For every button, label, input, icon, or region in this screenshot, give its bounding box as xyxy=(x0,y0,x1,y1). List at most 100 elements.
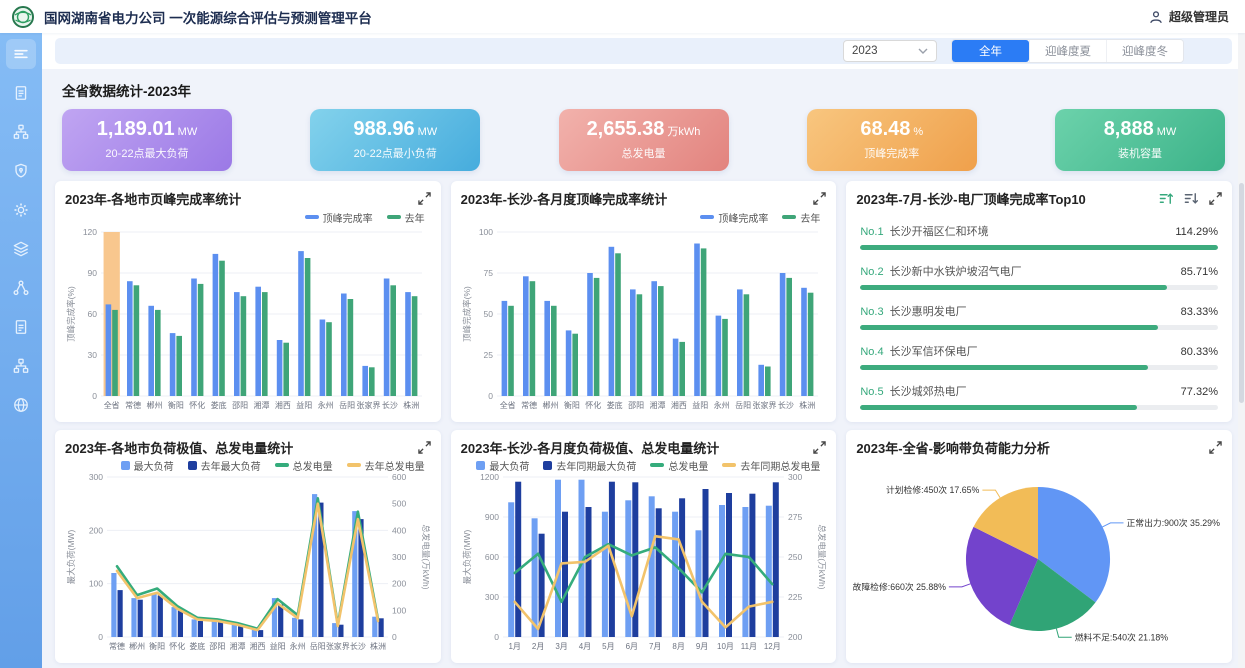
tab-full-year[interactable]: 全年 xyxy=(952,40,1029,62)
bar xyxy=(726,493,732,637)
sidebar-item-structure[interactable] xyxy=(6,351,36,381)
legend-item[interactable]: 总发电量 xyxy=(275,460,333,470)
page-scrollbar[interactable] xyxy=(1238,33,1245,668)
sidebar-item-settings[interactable] xyxy=(6,195,36,225)
legend-item[interactable]: 顶峰完成率 xyxy=(700,211,768,223)
main-content: 2023 全年 迎峰度夏 迎峰度冬 全省数据统计-2023年 1,189.01M… xyxy=(42,33,1245,668)
sidebar-item-security[interactable] xyxy=(6,156,36,186)
svg-text:9月: 9月 xyxy=(695,642,707,651)
plant-name: 长沙城郊热电厂 xyxy=(890,383,1181,399)
chart-canvas: 030060090012002002252502753001月2月3月4月5月6… xyxy=(461,471,826,653)
svg-text:8月: 8月 xyxy=(672,642,684,651)
app-title: 国网湖南省电力公司 一次能源综合评估与预测管理平台 xyxy=(44,7,372,27)
svg-text:3月: 3月 xyxy=(555,642,567,651)
ranking-row: No.4长沙军信环保电厂80.33% xyxy=(860,343,1218,370)
chart1-canvas[interactable]: 0306090120全省常德郴州衡阳怀化娄底邵阳湘潭湘西益阳永州岳阳张家界长沙株… xyxy=(65,224,431,417)
expand-icon[interactable] xyxy=(813,192,826,205)
progress-track xyxy=(860,405,1218,410)
kpi-row: 1,189.01MW 20-22点最大负荷 988.96MW 20-22点最小负… xyxy=(55,109,1232,171)
legend-item[interactable]: 去年总发电量 xyxy=(347,460,425,470)
svg-text:600: 600 xyxy=(484,552,498,562)
legend-item[interactable]: 去年同期最大负荷 xyxy=(543,460,636,470)
sidebar-item-network[interactable] xyxy=(6,390,36,420)
document-icon xyxy=(11,83,31,103)
sidebar-item-menu[interactable] xyxy=(6,39,36,69)
layers-icon xyxy=(11,239,31,259)
svg-text:400: 400 xyxy=(392,525,406,535)
sidebar-item-report[interactable] xyxy=(6,78,36,108)
legend-marker xyxy=(543,461,552,470)
chart2-canvas[interactable]: 0255075100全省常德郴州衡阳怀化娄底邵阳湘潭湘西益阳永州岳阳张家界长沙株… xyxy=(461,224,827,417)
svg-text:益阳: 益阳 xyxy=(692,400,708,410)
svg-text:100: 100 xyxy=(89,579,103,589)
scrollbar-thumb[interactable] xyxy=(1239,183,1244,403)
svg-text:张家界: 张家界 xyxy=(357,400,381,410)
bar xyxy=(636,294,642,396)
sidebar-item-layers[interactable] xyxy=(6,234,36,264)
expand-icon[interactable] xyxy=(1209,441,1222,454)
expand-icon[interactable] xyxy=(813,441,826,454)
sort-asc-icon[interactable] xyxy=(1159,191,1174,206)
svg-text:张家界: 张家界 xyxy=(326,641,350,651)
chart2-legend: 顶峰完成率 去年 xyxy=(461,208,827,224)
bar xyxy=(602,512,608,637)
chart-canvas: 0255075100全省常德郴州衡阳怀化娄底邵阳湘潭湘西益阳永州岳阳张家界长沙株… xyxy=(461,224,826,412)
svg-text:900: 900 xyxy=(484,512,498,522)
legend-item[interactable]: 去年最大负荷 xyxy=(188,460,261,470)
svg-text:300: 300 xyxy=(484,592,498,602)
legend-item[interactable]: 去年同期总发电量 xyxy=(722,460,820,470)
pie-label: 计划检修:450次 17.65% xyxy=(886,484,980,495)
bar xyxy=(702,489,708,637)
bar xyxy=(651,281,657,396)
legend-item[interactable]: 顶峰完成率 xyxy=(305,211,373,223)
svg-text:250: 250 xyxy=(788,552,802,562)
svg-text:邵阳: 邵阳 xyxy=(209,642,225,651)
legend-item[interactable]: 总发电量 xyxy=(650,460,708,470)
svg-text:常德: 常德 xyxy=(521,400,537,410)
bar xyxy=(572,334,578,396)
bar xyxy=(765,367,771,397)
pie-canvas[interactable]: 正常出力:900次 35.29%燃料不足:540次 21.18%故障检修:660… xyxy=(856,457,1222,658)
bar xyxy=(807,293,813,396)
svg-text:怀化: 怀化 xyxy=(189,400,205,410)
legend-item[interactable]: 最大负荷 xyxy=(476,460,529,470)
sidebar-item-distribution[interactable] xyxy=(6,273,36,303)
bar xyxy=(658,286,664,396)
expand-icon[interactable] xyxy=(418,441,431,454)
svg-text:50: 50 xyxy=(483,309,493,319)
expand-icon[interactable] xyxy=(1209,192,1222,205)
ranking-row: No.3长沙惠明发电厂83.33% xyxy=(860,303,1218,330)
sitemap-icon xyxy=(11,356,31,376)
panel-monthly-peak-completion: 2023年-长沙-各月度顶峰完成率统计 顶峰完成率去年 0255075100全省… xyxy=(451,181,837,422)
svg-text:全省: 全省 xyxy=(499,400,515,410)
bar xyxy=(508,306,514,396)
year-select[interactable]: 2023 xyxy=(843,40,937,62)
chart4-canvas[interactable]: 01002003000100200300400500600常德郴州衡阳怀化娄底邵… xyxy=(65,471,431,658)
tab-summer-peak[interactable]: 迎峰度夏 xyxy=(1029,40,1106,62)
sidebar-item-topology[interactable] xyxy=(6,117,36,147)
legend-item[interactable]: 最大负荷 xyxy=(121,460,174,470)
bar xyxy=(737,289,743,396)
bar xyxy=(198,621,203,637)
pie-label-line xyxy=(983,490,1001,498)
panel-title: 2023年-7月-长沙-电厂顶峰完成率Top10 xyxy=(856,189,1085,208)
svg-text:邵阳: 邵阳 xyxy=(628,401,644,410)
sort-desc-icon[interactable] xyxy=(1184,191,1199,206)
bar xyxy=(655,508,661,637)
bar xyxy=(176,336,182,396)
bar xyxy=(341,294,347,397)
legend-item[interactable]: 去年 xyxy=(387,211,425,223)
svg-text:11月: 11月 xyxy=(740,642,756,651)
bar xyxy=(593,278,599,396)
user-menu[interactable]: 超级管理员 xyxy=(1148,8,1229,25)
legend-item[interactable]: 去年 xyxy=(782,211,820,223)
chart5-canvas[interactable]: 030060090012002002252502753001月2月3月4月5月6… xyxy=(461,471,827,658)
panel-title: 2023年-长沙-各月度负荷极值、总发电量统计 xyxy=(461,438,720,457)
sidebar-item-records[interactable] xyxy=(6,312,36,342)
tab-winter-peak[interactable]: 迎峰度冬 xyxy=(1106,40,1183,62)
expand-icon[interactable] xyxy=(418,192,431,205)
svg-text:顶峰完成率(%): 顶峰完成率(%) xyxy=(66,286,76,342)
progress-fill xyxy=(860,325,1158,330)
plant-name: 长沙新中水铁炉坡沼气电厂 xyxy=(890,263,1181,279)
svg-text:岳阳: 岳阳 xyxy=(339,400,355,410)
